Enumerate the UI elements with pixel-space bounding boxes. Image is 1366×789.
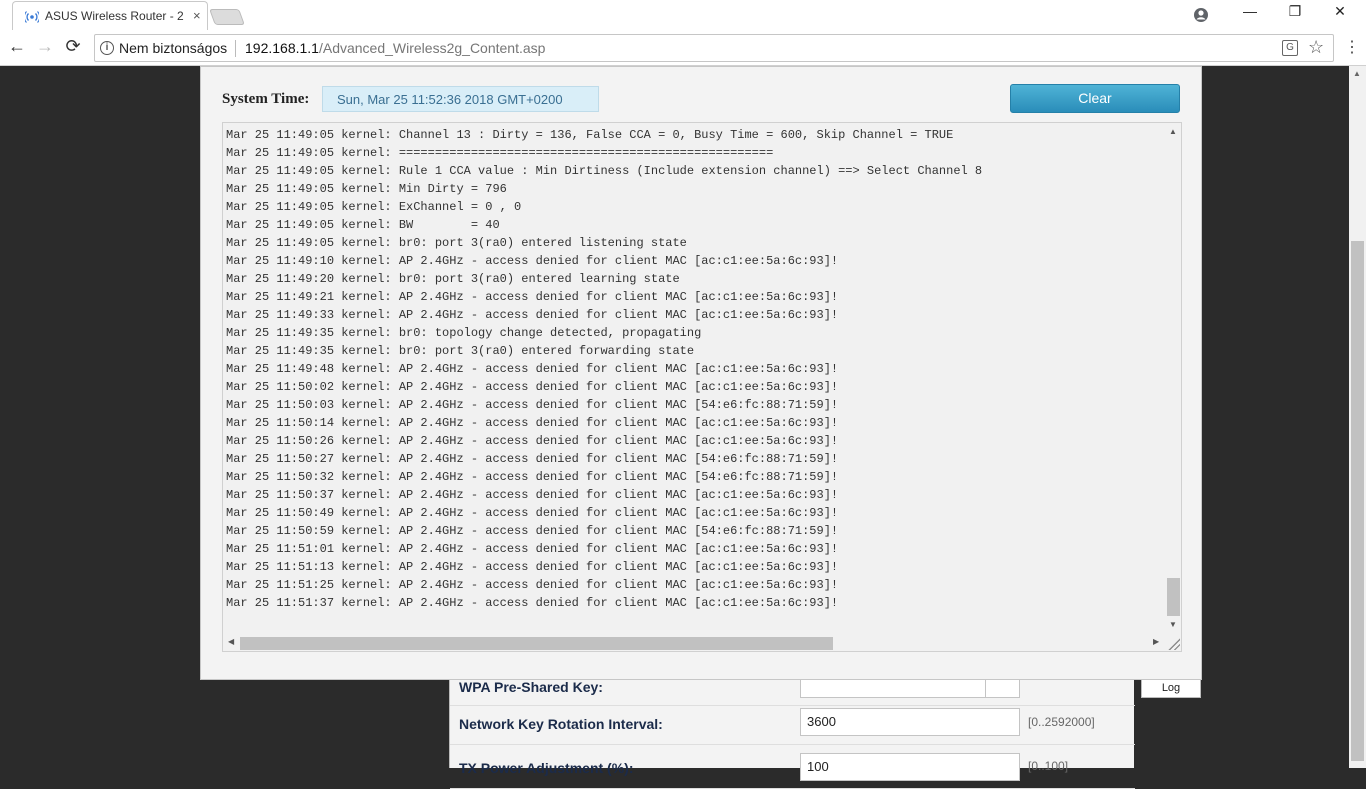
omnibox-separator (235, 40, 236, 57)
reload-button[interactable]: ⟳ (62, 36, 84, 57)
scroll-right-icon[interactable]: ▶ (1153, 637, 1159, 646)
log-line: Mar 25 11:50:14 kernel: AP 2.4GHz - acce… (226, 416, 839, 430)
log-line: Mar 25 11:49:21 kernel: AP 2.4GHz - acce… (226, 290, 839, 304)
close-window-button[interactable]: ✕ (1328, 3, 1352, 20)
system-time-label: System Time: (222, 91, 310, 107)
log-line: Mar 25 11:49:05 kernel: BW = 40 (226, 218, 500, 232)
log-line: Mar 25 11:49:05 kernel: Channel 13 : Dir… (226, 128, 954, 142)
log-line: Mar 25 11:51:25 kernel: AP 2.4GHz - acce… (226, 578, 839, 592)
log-line: Mar 25 11:49:05 kernel: Min Dirty = 796 (226, 182, 507, 196)
log-line: Mar 25 11:51:01 kernel: AP 2.4GHz - acce… (226, 542, 839, 556)
log-line: Mar 25 11:50:26 kernel: AP 2.4GHz - acce… (226, 434, 839, 448)
log-line: Mar 25 11:50:59 kernel: AP 2.4GHz - acce… (226, 524, 839, 538)
browser-menu-icon[interactable]: ⋮ (1344, 37, 1360, 57)
log-line: Mar 25 11:49:20 kernel: br0: port 3(ra0)… (226, 272, 680, 286)
log-line: Mar 25 11:49:05 kernel: ExChannel = 0 , … (226, 200, 522, 214)
rotation-interval-label: Network Key Rotation Interval: (459, 716, 663, 732)
tx-power-range: [0..100] (1028, 759, 1069, 773)
log-line: Mar 25 11:49:05 kernel: ================… (226, 146, 774, 160)
back-button[interactable]: ← (6, 36, 28, 57)
log-line: Mar 25 11:49:05 kernel: br0: port 3(ra0)… (226, 236, 687, 250)
log-line: Mar 25 11:49:35 kernel: br0: port 3(ra0)… (226, 344, 695, 358)
log-line: Mar 25 11:49:33 kernel: AP 2.4GHz - acce… (226, 308, 839, 322)
wpa-key-label: WPA Pre-Shared Key: (459, 679, 603, 695)
system-time-value: Sun, Mar 25 11:52:36 2018 GMT+0200 (322, 86, 599, 112)
minimize-button[interactable]: — (1238, 3, 1262, 19)
url-path: /Advanced_Wireless2g_Content.asp (318, 40, 546, 56)
log-line: Mar 25 11:50:27 kernel: AP 2.4GHz - acce… (226, 452, 839, 466)
wireless-settings-panel: WPA Pre-Shared Key: Network Key Rotation… (449, 670, 1135, 789)
rotation-interval-input[interactable]: 3600 (800, 708, 1020, 736)
page-scroll-up-icon[interactable]: ▲ (1353, 69, 1361, 78)
log-line: Mar 25 11:50:32 kernel: AP 2.4GHz - acce… (226, 470, 839, 484)
system-log-modal: System Time: Sun, Mar 25 11:52:36 2018 G… (200, 66, 1202, 680)
scroll-down-icon[interactable]: ▼ (1169, 620, 1177, 629)
log-content: Mar 25 11:49:05 kernel: Channel 13 : Dir… (226, 126, 982, 612)
info-icon[interactable]: i (100, 41, 114, 55)
tx-power-label: TX Power Adjustment (%): (459, 760, 634, 776)
maximize-button[interactable]: ❐ (1283, 3, 1307, 20)
scroll-up-icon[interactable]: ▲ (1169, 127, 1177, 136)
log-line: Mar 25 11:49:05 kernel: Rule 1 CCA value… (226, 164, 983, 178)
log-line: Mar 25 11:49:10 kernel: AP 2.4GHz - acce… (226, 254, 839, 268)
tx-power-input[interactable]: 100 (800, 753, 1020, 781)
browser-tab[interactable]: ASUS Wireless Router - 2 × (12, 1, 208, 30)
log-vertical-thumb[interactable] (1167, 578, 1180, 616)
log-line: Mar 25 11:49:48 kernel: AP 2.4GHz - acce… (226, 362, 839, 376)
browser-titlebar: ASUS Wireless Router - 2 × — ❐ ✕ (0, 0, 1366, 30)
log-vertical-scrollbar[interactable] (1165, 123, 1181, 635)
clear-log-button[interactable]: Clear (1010, 84, 1180, 113)
log-line: Mar 25 11:50:02 kernel: AP 2.4GHz - acce… (226, 380, 839, 394)
tab-close-icon[interactable]: × (193, 8, 201, 23)
log-line: Mar 25 11:51:13 kernel: AP 2.4GHz - acce… (226, 560, 839, 574)
log-line: Mar 25 11:49:35 kernel: br0: topology ch… (226, 326, 702, 340)
rotation-interval-row: Network Key Rotation Interval: 3600 [0..… (450, 701, 1135, 745)
rotation-interval-range: [0..2592000] (1028, 715, 1095, 729)
translate-icon[interactable]: G (1282, 40, 1298, 56)
tx-power-row: TX Power Adjustment (%): 100 [0..100] (450, 745, 1135, 789)
resize-grip-icon[interactable] (1167, 637, 1180, 650)
forward-button[interactable]: → (34, 36, 56, 57)
log-horizontal-thumb[interactable] (240, 637, 833, 650)
url-text[interactable]: 192.168.1.1/Advanced_Wireless2g_Content.… (245, 40, 545, 56)
browser-toolbar: ← → ⟳ i Nem biztonságos 192.168.1.1/Adva… (0, 30, 1366, 66)
log-line: Mar 25 11:50:37 kernel: AP 2.4GHz - acce… (226, 488, 839, 502)
scroll-left-icon[interactable]: ◀ (228, 637, 234, 646)
page-scrollbar-thumb[interactable] (1351, 241, 1364, 761)
router-favicon-icon (25, 11, 39, 23)
log-textarea[interactable]: Mar 25 11:49:05 kernel: Channel 13 : Dir… (222, 122, 1182, 652)
new-tab-button[interactable] (209, 9, 245, 25)
bookmark-star-icon[interactable]: ☆ (1308, 37, 1324, 58)
log-line: Mar 25 11:50:49 kernel: AP 2.4GHz - acce… (226, 506, 839, 520)
tab-title: ASUS Wireless Router - 2 (45, 9, 184, 23)
log-line: Mar 25 11:50:03 kernel: AP 2.4GHz - acce… (226, 398, 839, 412)
log-tab[interactable]: Log (1141, 678, 1201, 698)
url-host: 192.168.1.1 (245, 40, 319, 56)
security-status[interactable]: Nem biztonságos (119, 40, 227, 56)
account-icon[interactable] (1193, 7, 1209, 23)
address-bar[interactable]: i Nem biztonságos 192.168.1.1/Advanced_W… (94, 34, 1334, 62)
log-line: Mar 25 11:51:37 kernel: AP 2.4GHz - acce… (226, 596, 839, 610)
